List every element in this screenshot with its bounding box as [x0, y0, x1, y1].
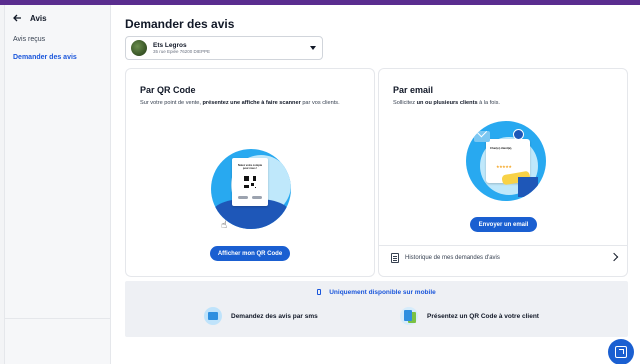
qr-card-title: Par QR Code [140, 85, 196, 95]
email-illustration: Cher(e) client(e), ★★★★★ [466, 121, 546, 201]
show-qr-code-button[interactable]: Afficher mon QR Code [210, 246, 290, 261]
feature-sms: Demandez des avis par sms [204, 307, 318, 325]
qr-card-description: Sur votre point de vente, présentez une … [140, 100, 340, 106]
sidebar-title: Avis [30, 13, 47, 23]
history-label: Historique de mes demandes d'avis [405, 255, 500, 261]
location-avatar [131, 40, 147, 56]
sidebar-item-demander-des-avis[interactable]: Demander des avis [5, 49, 110, 67]
sidebar-divider [5, 318, 111, 319]
qr-poster-illustration: Notez votre compte pour nous ! [211, 149, 291, 229]
mobile-only-panel: Uniquement disponible sur mobile Demande… [125, 281, 628, 337]
email-card-description: Sollicitez un ou plusieurs clients à la … [393, 100, 500, 106]
location-address: 35 rue Epiée 76200 DIEPPE [153, 49, 211, 55]
mobile-only-heading: Uniquement disponible sur mobile [125, 289, 628, 296]
main-content: Demander des avis Ets Legros 35 rue Epié… [112, 5, 640, 364]
envelope-icon [474, 131, 490, 142]
sms-icon [204, 307, 222, 325]
chevron-right-icon [609, 252, 619, 262]
location-select[interactable]: Ets Legros 35 rue Epiée 76200 DIEPPE [125, 36, 323, 60]
poster-image: Notez votre compte pour nous ! [232, 158, 268, 206]
sidebar: Avis Avis reçus Demander des avis [5, 5, 111, 364]
sidebar-header: Avis [5, 5, 110, 31]
email-card-title: Par email [393, 85, 434, 95]
qr-phone-icon [400, 307, 418, 325]
document-icon [391, 253, 399, 263]
stars-icon: ★★★★★ [496, 164, 512, 169]
feature-qr-label: Présentez un QR Code à votre client [427, 312, 539, 320]
hand-cursor-icon: ☝ [221, 220, 228, 231]
feature-qr: Présentez un QR Code à votre client [400, 307, 539, 325]
feature-sms-label: Demandez des avis par sms [231, 312, 318, 320]
phone-icon [317, 289, 322, 296]
request-history-link[interactable]: Historique de mes demandes d'avis [391, 250, 619, 266]
send-email-button[interactable]: Envoyer un email [470, 217, 537, 232]
back-arrow-icon[interactable] [12, 12, 24, 24]
qr-code-card: Par QR Code Sur votre point de vente, pr… [125, 68, 375, 277]
qr-code-icon [243, 175, 257, 189]
sidebar-item-avis-recus[interactable]: Avis reçus [5, 31, 110, 49]
card-divider [379, 245, 627, 246]
location-name: Ets Legros [153, 41, 187, 49]
email-card: Par email Sollicitez un ou plusieurs cli… [378, 68, 628, 277]
external-link-icon [615, 346, 627, 358]
page-title: Demander des avis [125, 17, 235, 31]
avatar-badge-icon [513, 129, 524, 140]
chevron-down-icon [310, 46, 316, 50]
help-chat-button[interactable] [608, 339, 634, 364]
